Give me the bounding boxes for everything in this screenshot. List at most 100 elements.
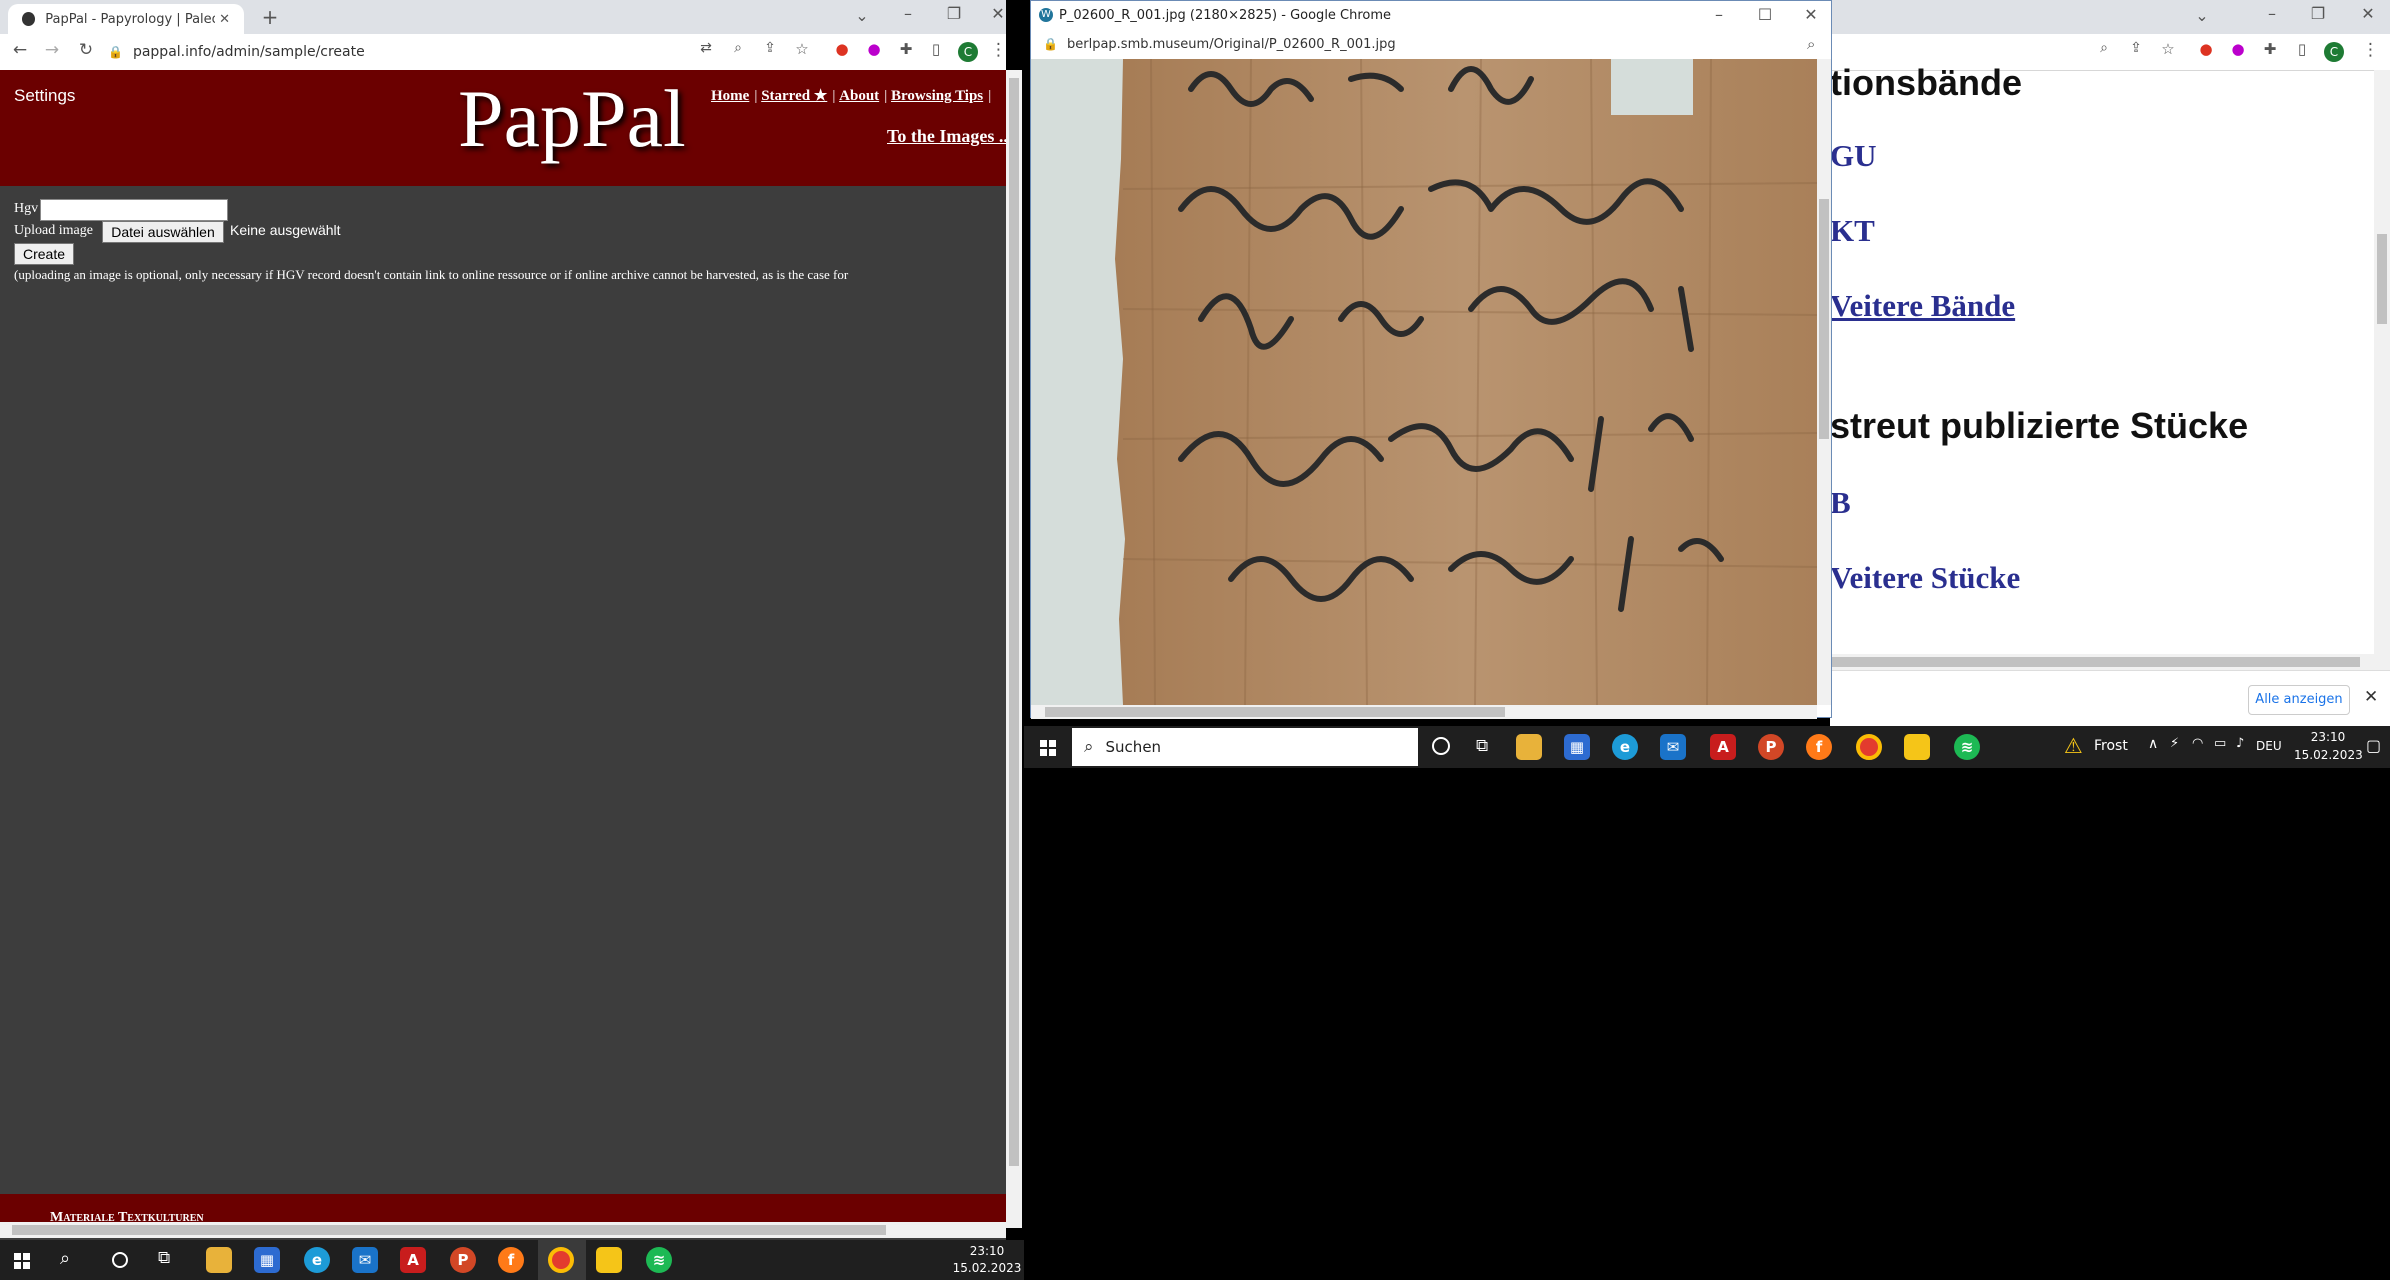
hgv-input[interactable] xyxy=(40,199,228,221)
right-restore-icon[interactable]: ❐ xyxy=(2308,4,2328,23)
popup-v-scroll-thumb[interactable] xyxy=(1819,199,1829,439)
cortana-icon[interactable] xyxy=(1432,737,1450,755)
bottom-edge-icon[interactable]: e xyxy=(304,1247,330,1273)
bottom-firefox-icon[interactable]: f xyxy=(498,1247,524,1273)
nav-browsing-tips[interactable]: Browsing Tips xyxy=(891,88,983,104)
to-images-link[interactable]: To the Images ... xyxy=(887,126,1012,147)
bottom-store-icon[interactable]: ▦ xyxy=(254,1247,280,1273)
popup-horizontal-scrollbar[interactable] xyxy=(1031,705,1817,719)
share-icon[interactable]: ⇪ xyxy=(760,40,780,56)
tray-chevron-icon[interactable]: ∧ xyxy=(2148,736,2158,752)
restore-icon[interactable]: ❐ xyxy=(944,4,964,23)
create-button[interactable]: Create xyxy=(14,243,74,265)
powerpoint-icon[interactable]: P xyxy=(1758,734,1784,760)
right-profile-avatar[interactable]: C xyxy=(2324,42,2344,62)
wifi-icon[interactable]: ◠ xyxy=(2192,736,2203,751)
popup-zoom-icon[interactable]: ⌕ xyxy=(1807,35,1815,53)
spotify-icon[interactable]: ≋ xyxy=(1954,734,1980,760)
bottom-sticky-notes-icon[interactable] xyxy=(596,1247,622,1273)
left-vertical-scrollbar[interactable] xyxy=(1006,70,1022,1228)
mid-clock-date[interactable]: 15.02.2023 xyxy=(2294,748,2363,762)
bottom-powerpoint-icon[interactable]: P xyxy=(450,1247,476,1273)
link-bgu[interactable]: GU xyxy=(1830,138,1877,174)
extension-red-icon[interactable]: ● xyxy=(832,40,852,58)
extension-purple-icon[interactable]: ● xyxy=(864,40,884,58)
forward-icon[interactable]: → xyxy=(40,40,64,60)
right-ext-red-icon[interactable]: ● xyxy=(2196,40,2216,58)
zoom-icon[interactable]: ⌕ xyxy=(728,40,748,56)
store-icon[interactable]: ▦ xyxy=(1564,734,1590,760)
right-h-scroll-thumb[interactable] xyxy=(1830,657,2360,667)
bottom-task-view-icon[interactable]: ⧉ xyxy=(158,1248,170,1268)
choose-file-button[interactable]: Datei auswählen xyxy=(102,221,224,243)
sticky-notes-icon[interactable] xyxy=(1904,734,1930,760)
right-close-icon[interactable]: ✕ xyxy=(2358,4,2378,23)
bookmark-star-icon[interactable]: ☆ xyxy=(792,40,812,58)
right-sidepanel-icon[interactable]: ▯ xyxy=(2292,40,2312,58)
right-horizontal-scrollbar[interactable] xyxy=(1830,654,2390,670)
nav-home[interactable]: Home xyxy=(711,88,749,104)
back-icon[interactable]: ← xyxy=(8,40,32,60)
address-bar[interactable]: 🔒 pappal.info/admin/sample/create xyxy=(108,38,708,66)
right-v-scroll-thumb[interactable] xyxy=(2377,234,2387,324)
close-window-icon[interactable]: ✕ xyxy=(990,4,1006,23)
papyrus-image-viewport[interactable] xyxy=(1031,59,1817,705)
left-horizontal-scrollbar[interactable] xyxy=(0,1222,1006,1238)
new-tab-button[interactable]: + xyxy=(258,5,282,29)
bottom-spotify-icon[interactable]: ≋ xyxy=(646,1247,672,1273)
popup-maximize-icon[interactable]: ☐ xyxy=(1755,5,1775,24)
bottom-start-icon[interactable] xyxy=(14,1253,30,1269)
nav-about[interactable]: About xyxy=(839,88,879,104)
popup-h-scroll-thumb[interactable] xyxy=(1045,707,1505,717)
chrome-icon[interactable] xyxy=(1856,734,1882,760)
mid-clock-time[interactable]: 23:10 xyxy=(2298,730,2358,744)
bottom-acrobat-icon[interactable]: A xyxy=(400,1247,426,1273)
weather-text[interactable]: Frost xyxy=(2094,738,2128,754)
site-logo[interactable]: PapPal xyxy=(458,72,686,166)
bottom-mail-icon[interactable]: ✉ xyxy=(352,1247,378,1273)
taskbar-search-box[interactable]: ⌕ Suchen xyxy=(1072,728,1418,766)
menu-kebab-icon[interactable]: ⋮ xyxy=(990,40,1007,60)
profile-avatar[interactable]: C xyxy=(958,42,978,62)
weather-warning-icon[interactable]: ⚠ xyxy=(2064,734,2083,758)
translate-icon[interactable]: ⇄ xyxy=(696,40,716,56)
right-share-icon[interactable]: ⇪ xyxy=(2126,40,2146,56)
right-puzzle-icon[interactable]: ✚ xyxy=(2260,40,2280,58)
nav-starred[interactable]: Starred ★ xyxy=(761,88,827,104)
bottom-file-explorer-icon[interactable] xyxy=(206,1247,232,1273)
popup-address-bar[interactable]: 🔒 berlpap.smb.museum/Original/P_02600_R_… xyxy=(1031,31,1831,60)
download-bar-close-icon[interactable]: ✕ xyxy=(2364,687,2378,707)
battery-icon[interactable]: ▭ xyxy=(2214,736,2226,751)
left-v-scroll-thumb[interactable] xyxy=(1009,78,1019,1166)
reload-icon[interactable]: ↻ xyxy=(74,40,98,60)
right-bookmark-icon[interactable]: ☆ xyxy=(2158,40,2178,58)
notification-icon[interactable]: ▢ xyxy=(2366,736,2381,755)
right-vertical-scrollbar[interactable] xyxy=(2374,70,2390,654)
bottom-cortana-icon[interactable] xyxy=(112,1252,128,1268)
tab-close-icon[interactable]: ✕ xyxy=(219,12,230,27)
network-icon[interactable]: ⚡ xyxy=(2170,736,2179,751)
task-view-icon[interactable]: ⧉ xyxy=(1476,736,1488,756)
link-weitere-baende[interactable]: Veitere Bände xyxy=(1830,288,2015,324)
bottom-chrome-icon[interactable] xyxy=(548,1247,574,1273)
acrobat-icon[interactable]: A xyxy=(1710,734,1736,760)
sidepanel-icon[interactable]: ▯ xyxy=(926,40,946,58)
bottom-search-icon[interactable]: ⌕ xyxy=(60,1248,70,1269)
popup-minimize-icon[interactable]: – xyxy=(1709,5,1729,24)
minimize-icon[interactable]: – xyxy=(898,4,918,23)
right-tab-search-icon[interactable]: ⌄ xyxy=(2192,6,2212,25)
right-zoom-icon[interactable]: ⌕ xyxy=(2094,40,2114,56)
left-h-scroll-thumb[interactable] xyxy=(12,1225,886,1235)
link-weitere-stuecke[interactable]: Veitere Stücke xyxy=(1830,560,2020,596)
link-bkt[interactable]: KT xyxy=(1830,213,1875,249)
mail-icon[interactable]: ✉ xyxy=(1660,734,1686,760)
volume-icon[interactable]: ♪ xyxy=(2236,736,2244,751)
right-menu-icon[interactable]: ⋮ xyxy=(2362,40,2379,60)
bottom-clock-date[interactable]: 15.02.2023 xyxy=(950,1261,1024,1275)
right-minimize-icon[interactable]: – xyxy=(2262,4,2282,23)
file-explorer-icon[interactable] xyxy=(1516,734,1542,760)
tab-search-icon[interactable]: ⌄ xyxy=(852,6,872,25)
right-ext-purple-icon[interactable]: ● xyxy=(2228,40,2248,58)
firefox-icon[interactable]: f xyxy=(1806,734,1832,760)
edge-icon[interactable]: e xyxy=(1612,734,1638,760)
